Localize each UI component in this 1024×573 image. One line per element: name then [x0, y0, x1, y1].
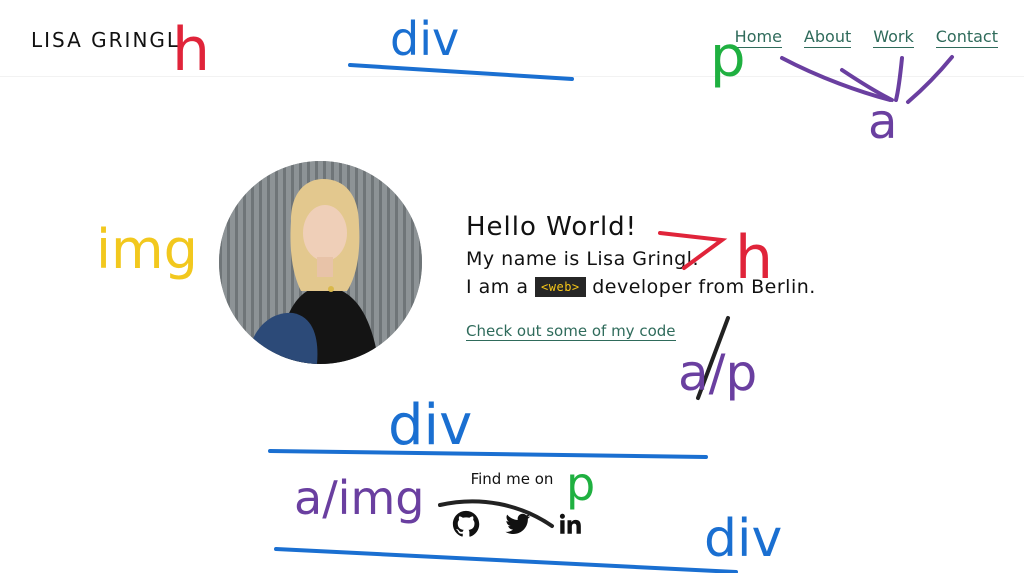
twitter-icon[interactable]: [503, 509, 533, 539]
role-line: I am a <web> developer from Berlin.: [466, 276, 816, 298]
name-line: My name is Lisa Gringl.: [466, 248, 699, 270]
code-link[interactable]: Check out some of my code: [466, 322, 676, 341]
social-links: [451, 509, 585, 539]
role-prefix: I am a: [466, 276, 529, 298]
main-nav: Home About Work Contact: [734, 27, 998, 48]
nav-work-link[interactable]: Work: [873, 27, 914, 48]
find-me-label: Find me on: [470, 470, 554, 488]
nav-contact-link[interactable]: Contact: [935, 27, 998, 48]
intro-section: Hello World! My name is Lisa Gringl. I a…: [466, 212, 816, 341]
annot-img: img: [96, 218, 198, 281]
nav-about-link[interactable]: About: [803, 27, 852, 48]
github-icon[interactable]: [451, 509, 481, 539]
web-tag-badge: <web>: [535, 277, 586, 297]
role-suffix: developer from Berlin.: [592, 276, 816, 298]
hello-heading: Hello World!: [466, 212, 638, 242]
annot-div-intro: div: [388, 393, 472, 458]
nav-home-link[interactable]: Home: [734, 27, 782, 48]
annot-a-nav: a: [868, 94, 897, 150]
brand-title: LISA GRINGL: [31, 28, 181, 52]
annot-div-social: div: [704, 509, 782, 569]
site-header: LISA GRINGL Home About Work Contact: [0, 0, 1024, 77]
annot-a-p-hero: a/p: [678, 344, 757, 402]
underline-div-find: [268, 449, 708, 459]
linkedin-icon[interactable]: [555, 509, 585, 539]
profile-photo: [219, 161, 422, 364]
underline-div-social: [274, 547, 738, 573]
